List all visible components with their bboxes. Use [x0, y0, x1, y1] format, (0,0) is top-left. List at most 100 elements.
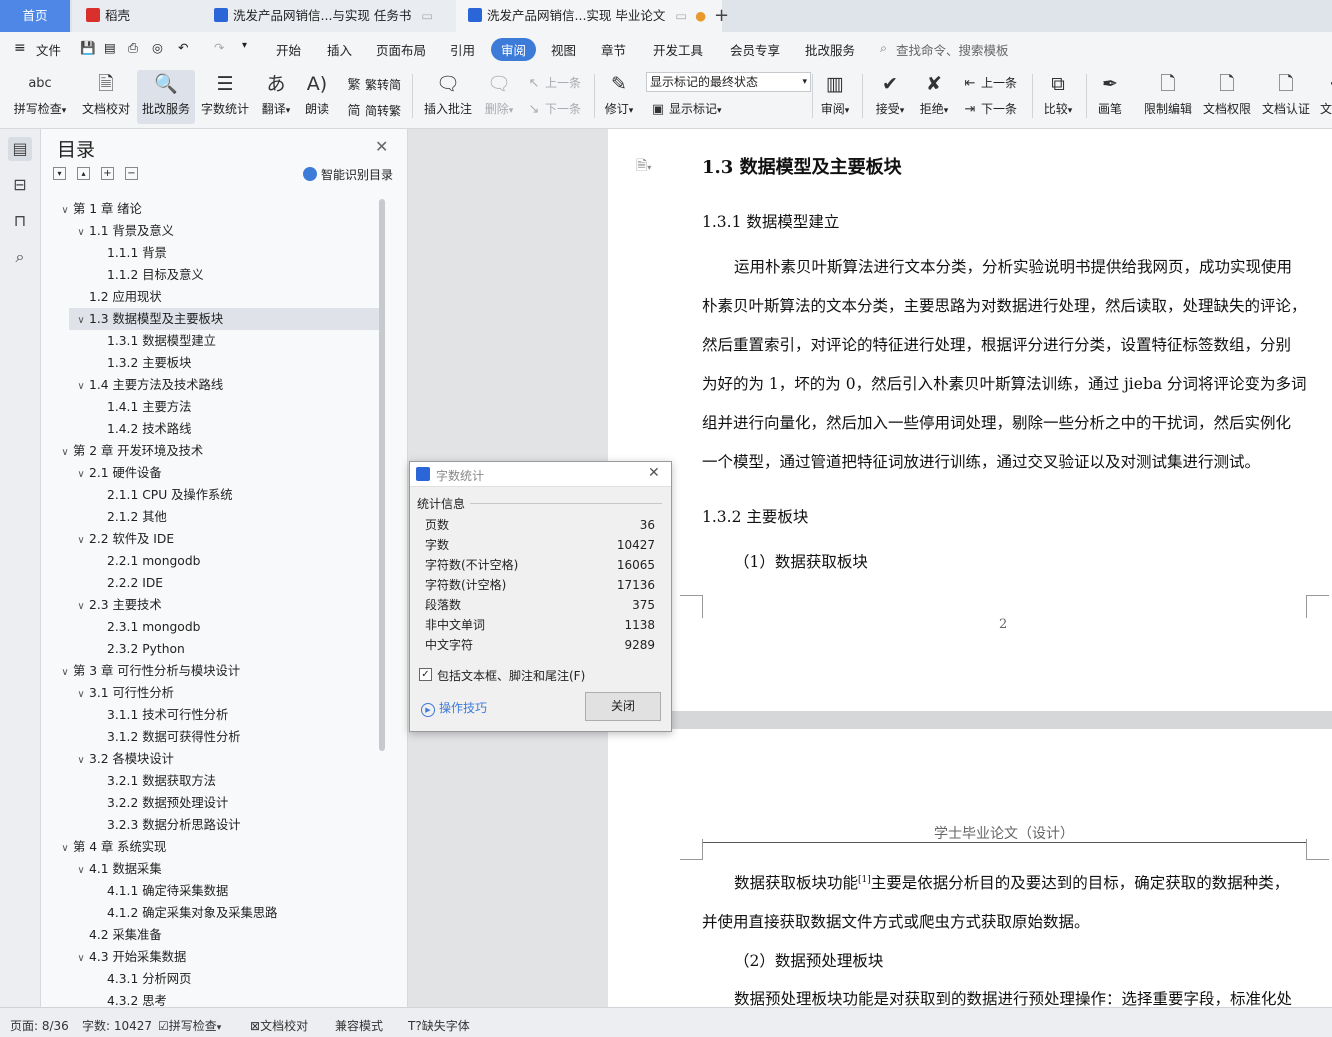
command-search-input[interactable]: 查找命令、搜索模板: [896, 40, 1009, 59]
chevron-down-icon[interactable]: ∨: [73, 464, 89, 486]
compare-button[interactable]: ⧉ 比较▾: [1038, 70, 1078, 124]
chevron-down-icon[interactable]: ∨: [57, 662, 73, 684]
chevron-down-icon[interactable]: ∨: [73, 948, 89, 970]
document-page-2[interactable]: 🗎▾ 1.3 数据模型及主要板块 1.3.1 数据模型建立 运用朴素贝叶斯算法进…: [608, 129, 1332, 711]
menu-member[interactable]: 会员专享: [730, 40, 780, 59]
chevron-down-icon[interactable]: ∨: [73, 684, 89, 706]
status-spell-check[interactable]: ☑拼写检查▾: [158, 1017, 221, 1034]
hamburger-icon[interactable]: ≡: [14, 40, 26, 56]
toc-item[interactable]: ∨ 第 3 章 可行性分析与模块设计: [57, 660, 240, 682]
toc-item[interactable]: ∨ 1.3 数据模型及主要板块: [69, 308, 381, 330]
toc-item[interactable]: 2.1.1 CPU 及操作系统: [91, 484, 233, 506]
quick-access-dropdown-icon[interactable]: ▾: [242, 40, 247, 51]
chevron-down-icon[interactable]: ∨: [73, 310, 89, 332]
pen-button[interactable]: ✒ 画笔: [1094, 70, 1126, 124]
tab-docer[interactable]: 稻壳: [72, 0, 214, 32]
find-icon[interactable]: ⌕: [8, 245, 32, 269]
paragraph-menu-icon[interactable]: 🗎▾: [636, 155, 651, 179]
toc-item[interactable]: 1.1.1 背景: [91, 242, 167, 264]
menu-view[interactable]: 视图: [551, 40, 576, 59]
toc-item[interactable]: 1.4.2 技术路线: [91, 418, 191, 440]
export-pdf-icon[interactable]: ▤: [104, 40, 116, 55]
status-proofread[interactable]: ⊠文档校对: [250, 1017, 308, 1034]
toc-item[interactable]: 3.2.3 数据分析思路设计: [91, 814, 241, 836]
expand-icon[interactable]: +: [101, 167, 114, 180]
toc-item[interactable]: 3.2.1 数据获取方法: [91, 770, 216, 792]
toc-item[interactable]: 4.2 采集准备: [73, 924, 162, 946]
toc-item[interactable]: ∨ 第 1 章 绪论: [57, 198, 141, 222]
menu-review[interactable]: 审阅: [491, 38, 537, 61]
compat-mode[interactable]: 兼容模式: [335, 1017, 383, 1034]
toc-panel-icon[interactable]: ▤: [8, 137, 32, 161]
toc-item[interactable]: 2.1.2 其他: [91, 506, 167, 528]
include-textbox-checkbox[interactable]: ✓: [419, 668, 432, 681]
correction-service-button[interactable]: 🔍 批改服务: [137, 70, 195, 124]
undo-icon[interactable]: ↶: [178, 40, 188, 55]
close-icon[interactable]: ✕: [375, 137, 388, 156]
simp-to-trad-button[interactable]: 简简转繁: [346, 100, 401, 119]
markup-state-select[interactable]: 显示标记的最终状态 ▾: [646, 72, 811, 92]
chevron-down-icon[interactable]: ∨: [73, 222, 89, 244]
search-icon[interactable]: ⌕: [880, 40, 887, 56]
trad-to-simp-button[interactable]: 繁繁转简: [346, 74, 401, 93]
smart-toc-button[interactable]: 智能识别目录: [303, 166, 393, 183]
reject-button[interactable]: ✘ 拒绝▾: [914, 70, 954, 124]
toc-item[interactable]: ∨ 第 4 章 系统实现: [57, 836, 166, 858]
tips-link[interactable]: ▶ 操作技巧: [421, 699, 487, 717]
more-ribbon-button[interactable]: ·文: [1320, 70, 1332, 124]
toc-item[interactable]: ∨ 第 2 章 开发环境及技术: [57, 440, 203, 462]
missing-font[interactable]: T?缺失字体: [408, 1017, 470, 1034]
expand-up-icon[interactable]: ▴: [77, 167, 90, 180]
next-comment-button[interactable]: ↘ 下一条: [526, 100, 581, 117]
accept-button[interactable]: ✔ 接受▾: [870, 70, 910, 124]
word-count-indicator[interactable]: 字数: 10427: [82, 1017, 152, 1034]
menu-devtools[interactable]: 开发工具: [653, 40, 703, 59]
menu-start[interactable]: 开始: [276, 40, 301, 59]
menu-references[interactable]: 引用: [450, 40, 475, 59]
tab-home[interactable]: 首页: [0, 0, 70, 32]
toc-item[interactable]: 2.3.1 mongodb: [91, 616, 200, 638]
toc-item[interactable]: ∨ 2.2 软件及 IDE: [73, 528, 174, 550]
doc-certify-button[interactable]: 🗋 文档认证: [1258, 70, 1314, 124]
toc-item[interactable]: ∨ 1.1 背景及意义: [73, 220, 174, 242]
delete-comment-button[interactable]: 🗨 删除▾: [480, 70, 518, 124]
toc-item[interactable]: 3.1.2 数据可获得性分析: [91, 726, 241, 748]
bookmark-icon[interactable]: ⊓: [8, 209, 32, 233]
word-count-button[interactable]: ☰ 字数统计: [198, 70, 252, 124]
toc-item[interactable]: ∨ 2.1 硬件设备: [73, 462, 161, 486]
toc-item[interactable]: 1.1.2 目标及意义: [91, 264, 204, 286]
new-tab-button[interactable]: +: [714, 0, 736, 32]
restrict-edit-button[interactable]: 🗋 限制编辑: [1140, 70, 1196, 124]
toc-item[interactable]: ∨ 4.1 数据采集: [73, 858, 161, 882]
toc-item[interactable]: 1.2 应用现状: [73, 286, 162, 308]
next-change-button[interactable]: ⇥ 下一条: [962, 100, 1017, 117]
doc-permission-button[interactable]: 🗋 文档权限: [1200, 70, 1254, 124]
navigation-icon[interactable]: ⊟: [8, 173, 32, 197]
read-aloud-button[interactable]: A) 朗读: [300, 70, 334, 124]
proofread-button[interactable]: 🗎 文档校对: [78, 70, 134, 124]
toc-item[interactable]: ∨ 4.3 开始采集数据: [73, 946, 186, 968]
toc-item[interactable]: 4.1.1 确定待采集数据: [91, 880, 228, 902]
toc-item[interactable]: 4.3.1 分析网页: [91, 968, 191, 990]
toc-item[interactable]: 2.3.2 Python: [91, 638, 185, 660]
collapse-icon[interactable]: −: [125, 167, 138, 180]
menu-file[interactable]: 文件: [36, 40, 61, 59]
toc-item[interactable]: 1.3.2 主要板块: [91, 352, 191, 374]
toc-item[interactable]: 4.3.2 思考: [91, 990, 167, 1007]
page-indicator[interactable]: 页面: 8/36: [10, 1017, 69, 1034]
toc-scrollbar[interactable]: [379, 199, 385, 751]
chevron-down-icon[interactable]: ∨: [73, 530, 89, 552]
menu-layout[interactable]: 页面布局: [376, 40, 426, 59]
toc-item[interactable]: 3.1.1 技术可行性分析: [91, 704, 228, 726]
toc-item[interactable]: ∨ 3.2 各模块设计: [73, 748, 174, 770]
chevron-down-icon[interactable]: ∨: [73, 750, 89, 772]
close-button[interactable]: 关闭: [585, 692, 661, 721]
chevron-down-icon[interactable]: ∨: [73, 376, 89, 398]
tab-task-doc[interactable]: 洗发产品网销信...与实现 任务书 ▭: [202, 0, 464, 32]
print-icon[interactable]: ⎙: [128, 40, 138, 56]
chevron-down-icon[interactable]: ∨: [73, 860, 89, 882]
close-icon[interactable]: ✕: [648, 465, 660, 481]
spell-check-button[interactable]: abc 拼写检查▾: [10, 70, 70, 124]
chevron-down-icon[interactable]: ∨: [57, 200, 73, 222]
toc-item[interactable]: 1.3.1 数据模型建立: [91, 330, 216, 352]
